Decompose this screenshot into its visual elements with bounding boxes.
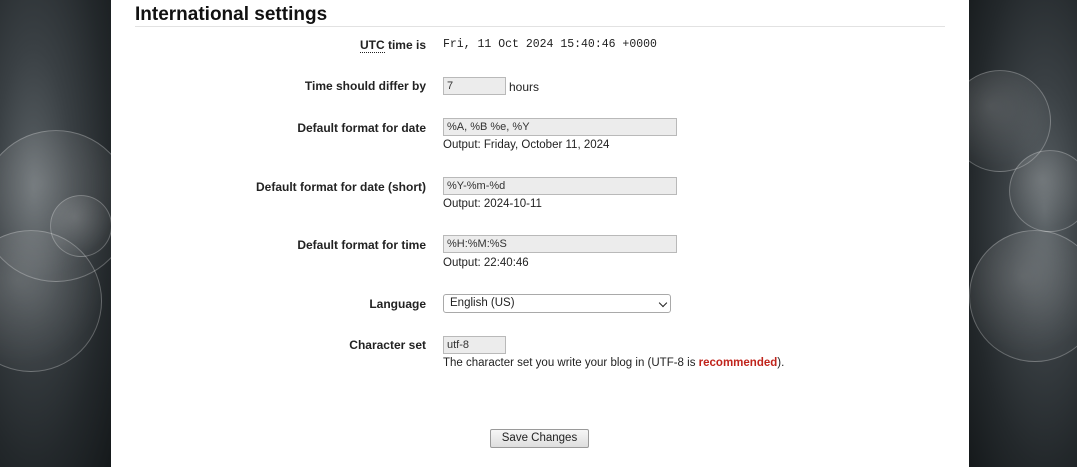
bubble-decoration (1009, 150, 1077, 232)
language-selected-value: English (US) (450, 297, 515, 309)
chevron-down-icon (658, 298, 668, 308)
charset-label: Character set (349, 338, 426, 352)
bubble-decoration (50, 195, 111, 257)
date-format-output: Output: Friday, October 11, 2024 (443, 139, 610, 151)
date-format-label: Default format for date (297, 121, 426, 135)
date-format-input[interactable]: %A, %B %e, %Y (443, 118, 677, 136)
language-label: Language (369, 297, 426, 311)
charset-note-text: The character set you write your blog in… (443, 357, 699, 369)
date-short-format-label: Default format for date (short) (255, 180, 426, 194)
title-divider (135, 26, 945, 27)
time-format-output: Output: 22:40:46 (443, 257, 529, 269)
settings-panel: International settings UTC time is Fri, … (111, 0, 969, 467)
language-select[interactable]: English (US) (443, 294, 671, 313)
utc-time-value: Fri, 11 Oct 2024 15:40:46 +0000 (443, 38, 657, 51)
utc-label-text: time is (384, 38, 426, 52)
bubble-decoration (969, 230, 1077, 362)
utc-label: UTC time is (126, 38, 426, 53)
time-format-input[interactable]: %H:%M:%S (443, 235, 677, 253)
hours-suffix: hours (509, 80, 540, 94)
section-title: International settings (135, 4, 328, 25)
time-format-label: Default format for time (297, 238, 426, 252)
charset-note-end: ). (777, 357, 785, 369)
save-changes-button[interactable]: Save Changes (490, 429, 589, 448)
right-decorative-background (969, 0, 1077, 467)
date-short-format-output: Output: 2024-10-11 (443, 198, 542, 210)
utc-abbr: UTC (359, 38, 385, 53)
charset-note: The character set you write your blog in… (443, 357, 784, 369)
date-short-format-input[interactable]: %Y-%m-%d (443, 177, 677, 195)
recommended-emphasis: recommended (698, 357, 778, 369)
time-diff-label: Time should differ by (304, 79, 426, 93)
left-decorative-background (0, 0, 111, 467)
charset-input[interactable]: utf-8 (443, 336, 506, 354)
time-diff-input[interactable]: 7 (443, 77, 506, 95)
